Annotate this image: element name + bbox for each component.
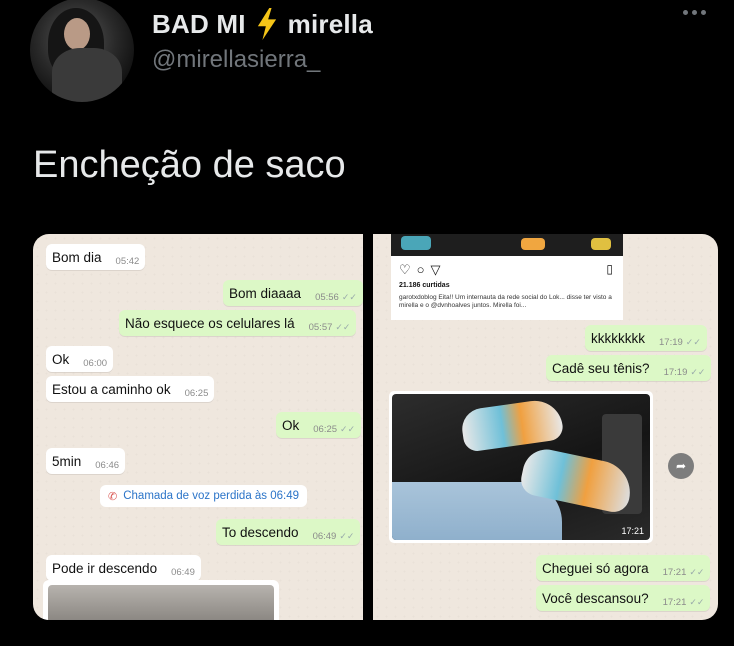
display-name[interactable]: BAD MI	[152, 9, 246, 40]
bookmark-icon: ▯	[606, 262, 613, 276]
chat-bubble: kkkkkkkk 17:19 ✓✓	[585, 325, 707, 351]
likes-count: 21.186 curtidas	[399, 282, 450, 289]
avatar-face	[64, 18, 90, 50]
chat-bubble: 5min 06:46	[46, 448, 126, 474]
photo-timestamp: 17:21	[621, 526, 644, 536]
heart-icon: ♡	[399, 262, 411, 277]
author-name-row[interactable]: BAD MI mirella	[152, 8, 373, 40]
tweet-media[interactable]: Bom dia 05:42 Bom diaaaa 05:56 ✓✓ Não esque…	[33, 234, 718, 620]
chat-screenshot-right[interactable]: ♡ ○ ▽ ▯ 21.186 curtidas garotxdoblog Eit…	[373, 234, 718, 620]
chat-bubble: Bom diaaaa 05:56 ✓✓	[223, 280, 363, 306]
avatar-body	[52, 48, 122, 102]
chat-bubble: Cadê seu tênis? 17:19 ✓✓	[546, 355, 712, 381]
profile-avatar[interactable]	[30, 0, 134, 102]
image-message	[43, 580, 279, 620]
display-name-suffix[interactable]: mirella	[288, 9, 373, 40]
comment-icon: ○	[416, 262, 425, 277]
tweet-text: Encheção de saco	[33, 144, 346, 186]
chat-screenshot-left[interactable]: Bom dia 05:42 Bom diaaaa 05:56 ✓✓ Não esque…	[33, 234, 363, 620]
missed-call-icon: ✆	[108, 490, 118, 503]
send-icon: ▽	[430, 262, 441, 277]
more-options-icon[interactable]	[683, 10, 706, 15]
instagram-post-card: ♡ ○ ▽ ▯ 21.186 curtidas garotxdoblog Eit…	[391, 234, 623, 320]
chat-bubble: Pode ir descendo 06:49	[46, 555, 201, 581]
chat-bubble: Bom dia 05:42	[46, 244, 146, 270]
post-caption: garotxdoblog Eita!! Um internauta da red…	[399, 294, 612, 309]
chat-bubble: Cheguei só agora 17:21 ✓✓	[536, 555, 711, 581]
chat-bubble: Estou a caminho ok 06:25	[46, 376, 215, 402]
forward-icon[interactable]: ➦	[668, 453, 694, 479]
lightning-icon	[257, 8, 276, 40]
shoe-photo-message: 17:21	[389, 391, 653, 543]
chat-bubble: Ok 06:25 ✓✓	[276, 412, 362, 438]
chat-bubble: Você descansou? 17:21 ✓✓	[536, 585, 711, 611]
user-handle[interactable]: @mirellasierra_	[152, 46, 320, 74]
missed-call-notice: ✆ Chamada de voz perdida às 06:49	[100, 485, 308, 507]
post-image	[391, 234, 623, 256]
chat-bubble: Não esquece os celulares lá 05:57 ✓✓	[119, 310, 357, 336]
chat-bubble: To descendo 06:49 ✓✓	[216, 519, 361, 545]
chat-bubble: Ok 06:00	[46, 346, 114, 372]
